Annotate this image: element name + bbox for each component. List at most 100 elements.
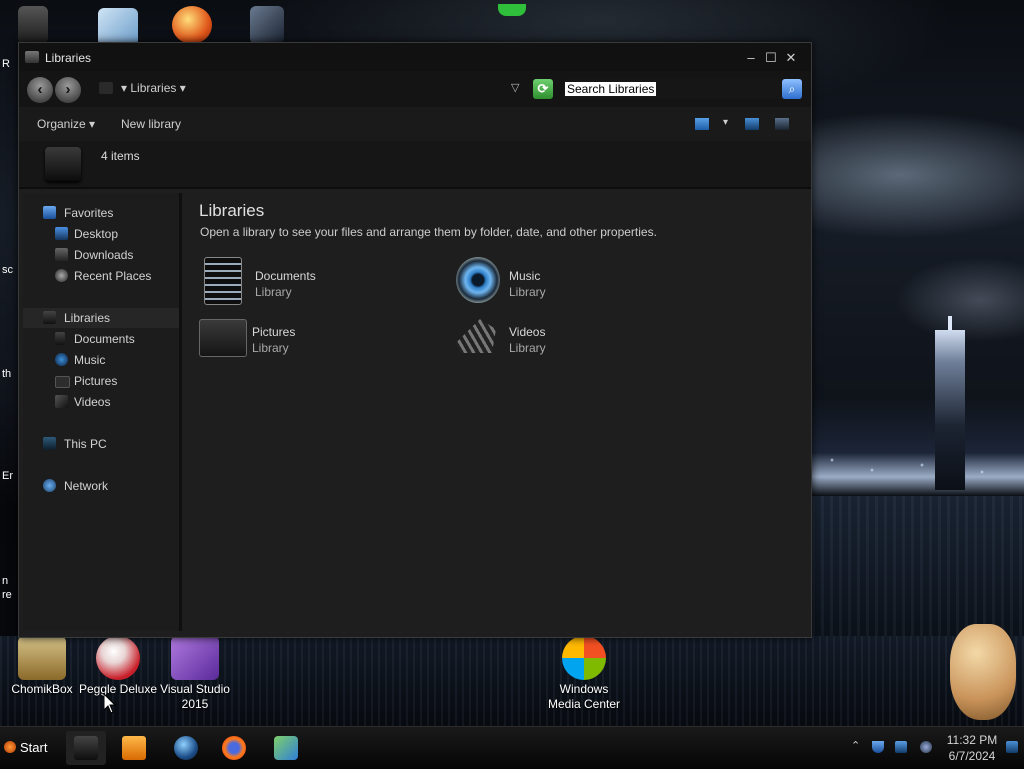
edge-text: th [2, 368, 12, 380]
desktop-icon-peggle[interactable]: Peggle Deluxe [76, 636, 160, 697]
videos-icon [456, 319, 496, 353]
videos-icon [55, 395, 68, 408]
clock-time: 11:32 PM [946, 733, 998, 747]
address-dropdown-icon[interactable]: ▽ [511, 81, 519, 94]
city-skyline [812, 400, 1024, 496]
desktop-icon-label: Windows Media Center [547, 682, 621, 711]
nav-label: Videos [74, 395, 111, 409]
pictures-icon [199, 319, 247, 357]
taskbar-media-player[interactable] [114, 731, 154, 765]
windows-orb-icon [4, 741, 16, 753]
libraries-icon [43, 311, 56, 324]
maximize-button[interactable]: ☐ [763, 50, 779, 66]
libraries-large-icon [45, 147, 81, 181]
title-bar[interactable]: Libraries – ☐ ✕ [19, 43, 811, 71]
nav-label: Recent Places [74, 269, 152, 283]
view-dropdown-icon[interactable]: ▾ [723, 117, 728, 128]
clock[interactable]: 11:32 PM 6/7/2024 [944, 732, 1000, 764]
libraries-crumb-icon [99, 82, 113, 94]
media-player-icon [122, 736, 146, 760]
taskbar-messenger[interactable] [266, 731, 306, 765]
security-shield-icon[interactable] [872, 741, 884, 753]
recycle-bin-icon[interactable] [18, 6, 48, 44]
mail-icon[interactable] [98, 8, 138, 46]
library-item-videos[interactable]: Videos Library [456, 313, 676, 363]
nav-network[interactable]: Network [23, 476, 179, 496]
content-description: Open a library to see your files and arr… [200, 225, 657, 239]
messenger-icon [274, 736, 298, 760]
library-item-documents[interactable]: Documents Library [202, 257, 422, 307]
search-box[interactable]: Search Libraries ⌕ [564, 79, 802, 99]
library-item-music[interactable]: Music Library [456, 257, 676, 307]
content-pane: Libraries Open a library to see your fil… [182, 193, 807, 631]
gadget-icon[interactable] [498, 4, 526, 16]
pictures-icon [55, 376, 70, 388]
desktop-icon-chomikbox[interactable]: ChomikBox [0, 636, 84, 697]
search-button[interactable]: ⌕ [782, 79, 802, 99]
library-item-pictures[interactable]: Pictures Library [199, 313, 419, 363]
nav-music[interactable]: Music [23, 350, 179, 370]
peggle-icon [96, 636, 140, 680]
taskbar-explorer[interactable] [66, 731, 106, 765]
nav-pictures[interactable]: Pictures [23, 371, 179, 391]
close-button[interactable]: ✕ [783, 50, 799, 66]
library-icon [25, 51, 39, 63]
item-count: 4 items [101, 149, 140, 163]
start-button[interactable]: Start [4, 738, 47, 758]
refresh-button[interactable]: ⟳ [533, 79, 553, 99]
computer-icon [43, 437, 56, 450]
libraries-icon [74, 736, 98, 760]
desktop-icon-visual-studio[interactable]: Visual Studio 2015 [153, 636, 237, 712]
organize-button[interactable]: Organize ▾ [37, 117, 95, 131]
tray-expand-icon[interactable]: ⌃ [851, 739, 860, 752]
nav-videos[interactable]: Videos [23, 392, 179, 412]
breadcrumb[interactable]: ▾ Libraries ▾ [121, 81, 186, 95]
new-library-button[interactable]: New library [121, 117, 181, 131]
desktop-icon-label: Visual Studio 2015 [160, 682, 230, 711]
downloads-icon [55, 248, 68, 261]
taskbar-firefox[interactable] [214, 731, 254, 765]
taskbar-browser[interactable] [166, 731, 206, 765]
edge-text: n [2, 575, 9, 587]
hamster-gadget[interactable] [950, 624, 1016, 720]
desktop-icon [55, 227, 68, 240]
peggle-icon[interactable] [172, 6, 212, 44]
view-options-icon[interactable] [695, 118, 709, 130]
nav-desktop[interactable]: Desktop [23, 224, 179, 244]
library-name: Music [509, 269, 541, 283]
library-type: Library [255, 285, 292, 299]
preview-pane-icon[interactable] [745, 118, 759, 130]
windows-media-center-icon [562, 636, 606, 680]
recent-places-icon [55, 269, 68, 282]
volume-icon[interactable] [920, 741, 932, 753]
desktop-icon-media-center[interactable]: Windows Media Center [542, 636, 626, 712]
nav-downloads[interactable]: Downloads [23, 245, 179, 265]
library-type: Library [509, 285, 546, 299]
breadcrumb-libraries[interactable]: Libraries [130, 81, 176, 95]
details-header: 4 items [19, 141, 811, 189]
show-desktop-icon[interactable] [1006, 741, 1018, 753]
back-button[interactable]: ‹ [27, 77, 53, 103]
network-tray-icon[interactable] [895, 741, 907, 753]
nav-libraries[interactable]: Libraries [23, 308, 179, 328]
search-input[interactable]: Search Libraries [565, 82, 657, 96]
minimize-button[interactable]: – [743, 50, 759, 66]
forward-button[interactable]: › [55, 77, 81, 103]
nav-recent-places[interactable]: Recent Places [23, 266, 179, 286]
help-icon[interactable] [775, 118, 789, 130]
firefox-icon [222, 736, 246, 760]
library-name: Videos [509, 325, 546, 339]
nav-label: Desktop [74, 227, 119, 241]
address-bar: ‹ › ▾ Libraries ▾ ▽ ⟳ Search Libraries ⌕ [19, 71, 811, 107]
documents-icon [55, 332, 65, 345]
edge-text: re [2, 589, 12, 601]
nav-label: Pictures [74, 374, 118, 388]
chomikbox-icon [18, 636, 66, 680]
library-type: Library [509, 341, 546, 355]
nav-favorites[interactable]: Favorites [23, 203, 179, 223]
nav-this-pc[interactable]: This PC [23, 434, 179, 454]
nav-documents[interactable]: Documents [23, 329, 179, 349]
start-label: Start [20, 740, 48, 755]
computer-icon[interactable] [250, 6, 284, 44]
desktop-icon-label: ChomikBox [11, 682, 73, 696]
